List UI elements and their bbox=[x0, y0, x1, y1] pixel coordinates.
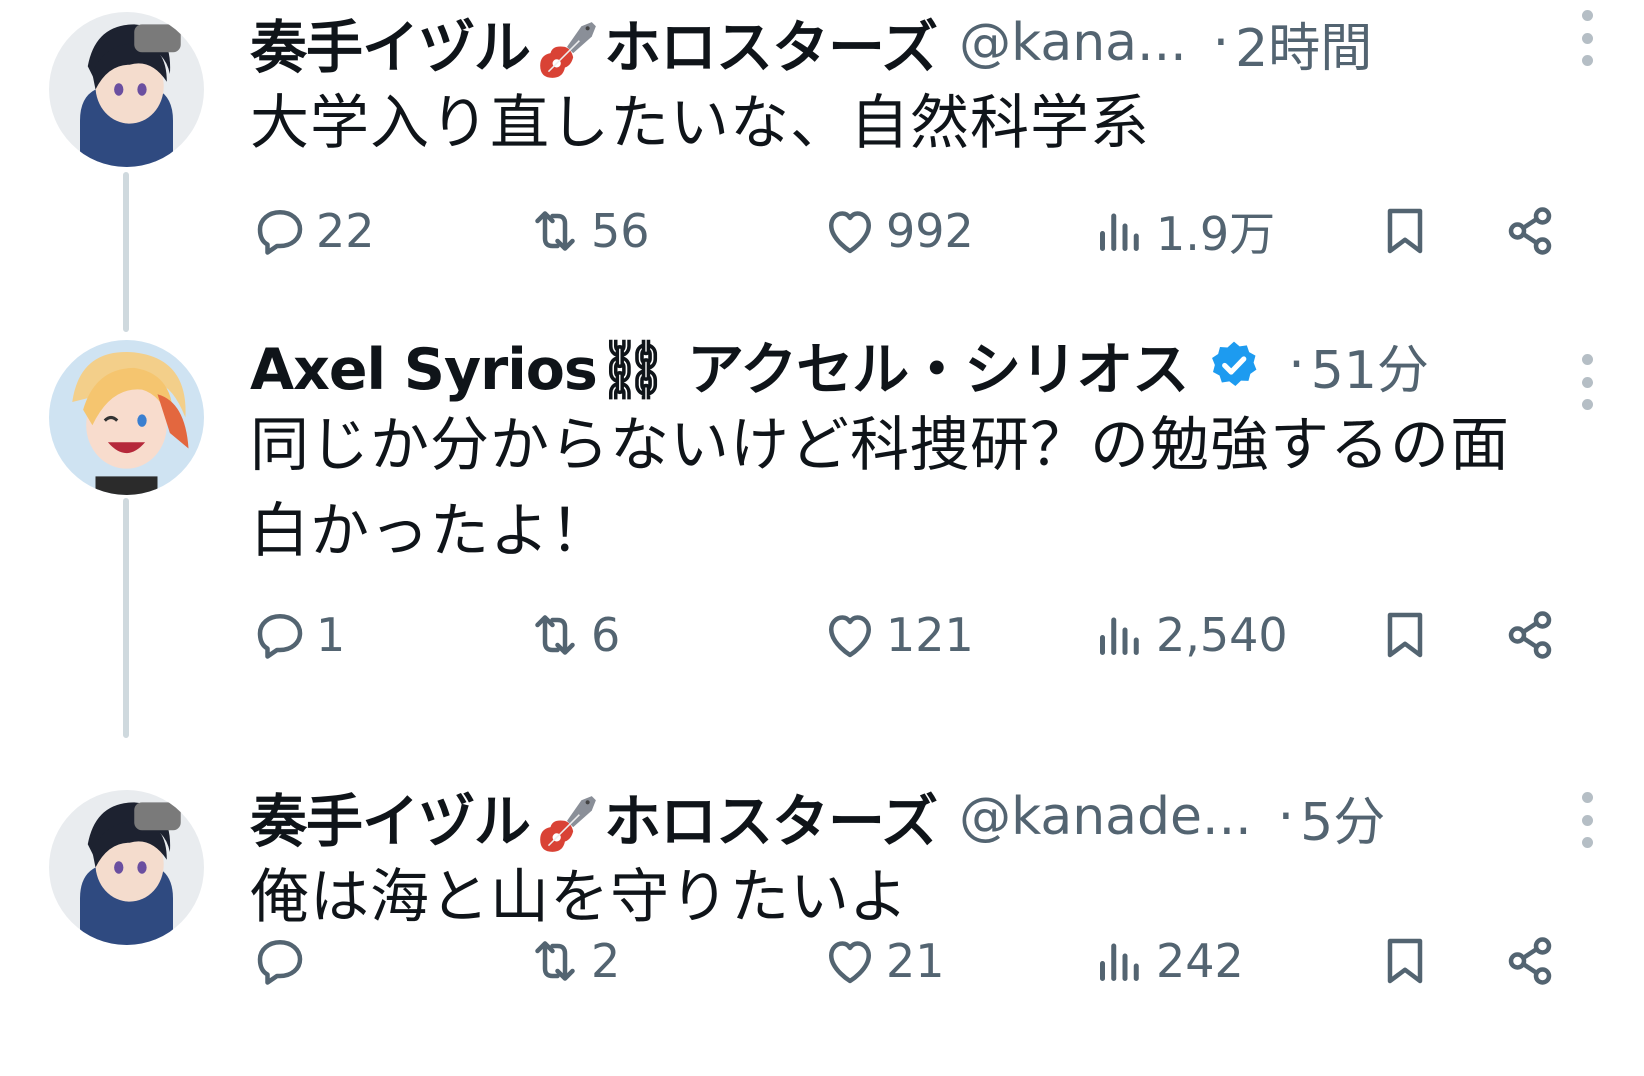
bookmark-button[interactable] bbox=[1375, 196, 1435, 266]
reply-button[interactable] bbox=[250, 926, 316, 996]
bookmark-icon bbox=[1387, 612, 1423, 658]
tweet-header: 奏手イヅル ホロスターズ @kana... · 2時間 bbox=[250, 6, 1604, 81]
reply-button[interactable]: 1 bbox=[250, 600, 345, 670]
retweet-icon bbox=[535, 941, 575, 981]
like-icon bbox=[829, 615, 871, 658]
guitar-emoji-icon bbox=[534, 792, 600, 858]
share-button[interactable] bbox=[1500, 926, 1560, 996]
tweet[interactable]: 奏手イヅル ホロスターズ @kanade... · 5分 俺は海と山を守りたいよ … bbox=[0, 750, 1644, 1076]
more-icon[interactable] bbox=[1580, 792, 1594, 848]
views-icon bbox=[1100, 213, 1139, 251]
verified-badge-icon bbox=[1206, 337, 1262, 393]
avatar[interactable] bbox=[49, 12, 204, 167]
bookmark-button[interactable] bbox=[1375, 600, 1435, 670]
tweet-text: 大学入り直したいな、自然科学系 bbox=[250, 88, 1151, 157]
tweet-header: Axel Syrios⛓ アクセル・シリオス · 51分 bbox=[250, 328, 1604, 403]
display-name[interactable]: 奏手イヅル ホロスターズ bbox=[250, 776, 938, 858]
retweet-button[interactable]: 6 bbox=[525, 600, 620, 670]
views-button[interactable]: 1.9万 bbox=[1090, 196, 1275, 266]
bookmark-icon bbox=[1387, 208, 1423, 254]
user-handle[interactable]: @kanade... bbox=[959, 787, 1251, 847]
retweet-button[interactable]: 2 bbox=[525, 926, 620, 996]
reply-button[interactable]: 22 bbox=[250, 196, 375, 266]
share-button[interactable] bbox=[1500, 196, 1560, 266]
like-button[interactable]: 21 bbox=[820, 926, 945, 996]
action-bar: 1 6 121 2,540 bbox=[250, 600, 1580, 670]
retweet-button[interactable]: 56 bbox=[525, 196, 650, 266]
bookmark-icon bbox=[1387, 938, 1423, 984]
user-handle[interactable]: @kana... bbox=[959, 13, 1186, 73]
like-button[interactable]: 992 bbox=[820, 196, 974, 266]
guitar-emoji-icon bbox=[534, 18, 600, 84]
bookmark-button[interactable] bbox=[1375, 926, 1435, 996]
views-button[interactable]: 242 bbox=[1090, 926, 1244, 996]
like-button[interactable]: 121 bbox=[820, 600, 974, 670]
like-icon bbox=[829, 211, 871, 254]
display-name[interactable]: 奏手イヅル ホロスターズ bbox=[250, 2, 938, 84]
separator-dot: · bbox=[1212, 13, 1230, 73]
reply-icon bbox=[257, 940, 303, 985]
views-icon bbox=[1100, 617, 1139, 655]
tweet[interactable]: Axel Syrios⛓ アクセル・シリオス · 51分 同じか分からないけど科… bbox=[0, 330, 1644, 750]
tweet[interactable]: 奏手イヅル ホロスターズ @kana... · 2時間 大学入り直したいな、自然科… bbox=[0, 0, 1644, 330]
separator-dot: · bbox=[1288, 335, 1305, 395]
timestamp[interactable]: 2時間 bbox=[1235, 6, 1372, 81]
avatar-image-axel bbox=[49, 340, 204, 495]
avatar[interactable] bbox=[49, 790, 204, 945]
timestamp[interactable]: 51分 bbox=[1311, 328, 1429, 403]
avatar-image-izuru bbox=[49, 12, 204, 167]
share-icon bbox=[1508, 611, 1552, 659]
tweet-text: 同じか分からないけど科捜研？の勉強するの面 白かったよ！ bbox=[250, 410, 1511, 565]
like-icon bbox=[829, 941, 871, 984]
views-button[interactable]: 2,540 bbox=[1090, 600, 1288, 670]
reply-icon bbox=[257, 210, 303, 255]
display-name[interactable]: Axel Syrios⛓ アクセル・シリオス bbox=[250, 324, 1189, 406]
retweet-icon bbox=[535, 615, 575, 655]
tweet-header: 奏手イヅル ホロスターズ @kanade... · 5分 bbox=[250, 780, 1604, 855]
share-icon bbox=[1508, 937, 1552, 985]
action-bar: 2 21 242 bbox=[250, 926, 1580, 996]
share-icon bbox=[1508, 207, 1552, 255]
retweet-icon bbox=[535, 211, 575, 251]
share-button[interactable] bbox=[1500, 600, 1560, 670]
avatar-image-izuru bbox=[49, 790, 204, 945]
more-icon[interactable] bbox=[1580, 10, 1594, 66]
views-icon bbox=[1100, 943, 1139, 981]
avatar[interactable] bbox=[49, 340, 204, 495]
timestamp[interactable]: 5分 bbox=[1300, 780, 1385, 855]
separator-dot: · bbox=[1277, 787, 1295, 847]
action-bar: 22 56 992 1.9万 bbox=[250, 196, 1580, 266]
reply-icon bbox=[257, 614, 303, 659]
